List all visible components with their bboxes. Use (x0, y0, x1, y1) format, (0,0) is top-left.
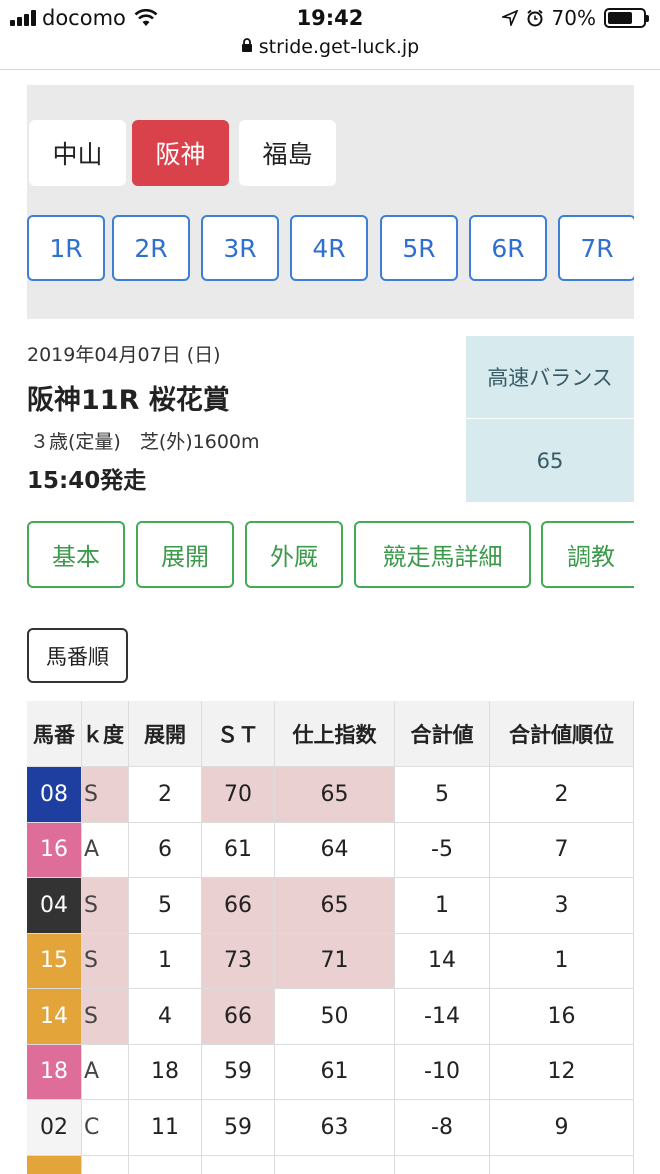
location-arrow-icon (501, 10, 518, 26)
race-button-7r[interactable]: 7R (558, 215, 634, 281)
tab-basic[interactable]: 基本 (27, 521, 125, 588)
cell-rank: 3 (490, 878, 634, 934)
url-bar[interactable]: stride.get-luck.jp (0, 36, 660, 70)
cell-total: 14 (395, 933, 490, 989)
url-text: stride.get-luck.jp (258, 36, 420, 58)
cell-number: 04 (27, 878, 82, 934)
race-title: 阪神11R 桜花賞 (27, 385, 230, 416)
cell-shiage: 71 (275, 933, 395, 989)
cell-total: -10 (395, 1044, 490, 1100)
cell-speed: A (82, 1044, 129, 1100)
status-bar: docomo 19:42 70% (0, 0, 660, 36)
race-button-6r[interactable]: 6R (469, 215, 547, 281)
tab-horse-details[interactable]: 競走馬詳細 (354, 521, 531, 588)
cell-rank: 9 (490, 1100, 634, 1156)
header-speed: ｋ度 (82, 701, 129, 767)
cell-tenkai: 5 (129, 878, 202, 934)
cell-st: 66 (202, 989, 275, 1045)
battery-icon (604, 8, 649, 28)
alarm-icon (526, 9, 543, 27)
track-condition-box: 高速バランス 65 (466, 336, 634, 502)
cell-total (395, 1155, 490, 1174)
cell-shiage (275, 1155, 395, 1174)
cell-number: 15 (27, 933, 82, 989)
cell-st: 59 (202, 1044, 275, 1100)
lock-icon (241, 36, 253, 58)
cell-tenkai: 2 (129, 767, 202, 823)
cell-speed: A (82, 822, 129, 878)
race-button-3r[interactable]: 3R (201, 215, 279, 281)
sort-by-number-button[interactable]: 馬番順 (27, 628, 128, 683)
cell-tenkai (129, 1155, 202, 1174)
cell-tenkai: 4 (129, 989, 202, 1045)
track-condition-value: 65 (536, 448, 564, 473)
cell-total: -14 (395, 989, 490, 1045)
header-st: ＳＴ (202, 701, 275, 767)
cell-number (27, 1155, 82, 1174)
cell-st (202, 1155, 275, 1174)
race-button-4r[interactable]: 4R (290, 215, 368, 281)
cell-speed: S (82, 878, 129, 934)
cell-shiage: 50 (275, 989, 395, 1045)
cell-number: 14 (27, 989, 82, 1045)
cell-st: 59 (202, 1100, 275, 1156)
header-number: 馬番 (27, 701, 82, 767)
horse-table: 馬番 ｋ度 展開 ＳＴ 仕上指数 合計値 合計値順位 08 S 2 70 65 5 2 16 A 6 61 64 -5… (27, 701, 634, 1174)
header-tenkai: 展開 (129, 701, 202, 767)
cell-st: 70 (202, 767, 275, 823)
cell-rank: 16 (490, 989, 634, 1045)
cell-speed: S (82, 767, 129, 823)
header-total: 合計値 (395, 701, 490, 767)
race-start-time: 15:40発走 (27, 468, 147, 494)
cell-rank (490, 1155, 634, 1174)
header-shiage: 仕上指数 (275, 701, 395, 767)
cell-shiage: 64 (275, 822, 395, 878)
cell-st: 61 (202, 822, 275, 878)
cell-speed: C (82, 1100, 129, 1156)
cell-shiage: 65 (275, 878, 395, 934)
cell-st: 73 (202, 933, 275, 989)
cell-rank: 1 (490, 933, 634, 989)
venue-button-nakayama[interactable]: 中山 (29, 120, 126, 186)
status-right: 70% (501, 6, 649, 30)
race-date: 2019年04月07日 (日) (27, 344, 221, 366)
cell-shiage: 65 (275, 767, 395, 823)
cell-speed: S (82, 933, 129, 989)
battery-percent: 70% (551, 6, 596, 30)
cell-shiage: 61 (275, 1044, 395, 1100)
cell-tenkai: 11 (129, 1100, 202, 1156)
cell-total: 1 (395, 878, 490, 934)
venue-button-fukushima[interactable]: 福島 (239, 120, 336, 186)
tab-development[interactable]: 展開 (136, 521, 234, 588)
cell-rank: 2 (490, 767, 634, 823)
tab-training[interactable]: 調教 (541, 521, 634, 588)
cell-total: 5 (395, 767, 490, 823)
tab-outside-stable[interactable]: 外厩 (245, 521, 343, 588)
cell-rank: 12 (490, 1044, 634, 1100)
cell-tenkai: 18 (129, 1044, 202, 1100)
header-rank: 合計値順位 (490, 701, 634, 767)
cell-tenkai: 6 (129, 822, 202, 878)
cell-total: -8 (395, 1100, 490, 1156)
info-tabs: 基本 展開 外厩 競走馬詳細 調教 (27, 521, 634, 588)
cell-number: 16 (27, 822, 82, 878)
race-button-5r[interactable]: 5R (380, 215, 458, 281)
cell-rank: 7 (490, 822, 634, 878)
race-button-1r[interactable]: 1R (27, 215, 105, 281)
selector-panel: 中山 阪神 福島 1R 2R 3R 4R 5R 6R 7R (27, 85, 634, 319)
cell-number: 02 (27, 1100, 82, 1156)
cell-speed: S (82, 989, 129, 1045)
cell-st: 66 (202, 878, 275, 934)
race-button-2r[interactable]: 2R (112, 215, 190, 281)
cell-number: 18 (27, 1044, 82, 1100)
race-conditions: ３歳(定量) 芝(外)1600m (30, 431, 260, 453)
cell-total: -5 (395, 822, 490, 878)
venue-button-hanshin[interactable]: 阪神 (132, 120, 229, 186)
cell-tenkai: 1 (129, 933, 202, 989)
cell-shiage: 63 (275, 1100, 395, 1156)
cell-speed (82, 1155, 129, 1174)
track-condition-label: 高速バランス (466, 336, 634, 419)
cell-number: 08 (27, 767, 82, 823)
